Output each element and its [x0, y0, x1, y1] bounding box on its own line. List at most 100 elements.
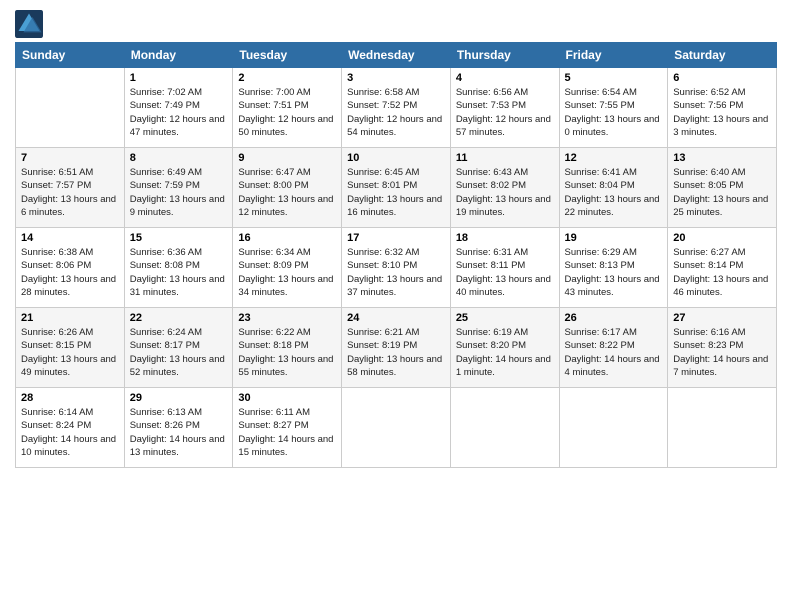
day-number: 24 [347, 312, 445, 324]
calendar-day: 11Sunrise: 6:43 AMSunset: 8:02 PMDayligh… [450, 148, 559, 228]
day-number: 26 [565, 312, 663, 324]
day-info: Sunrise: 6:21 AMSunset: 8:19 PMDaylight:… [347, 327, 442, 378]
day-info: Sunrise: 6:24 AMSunset: 8:17 PMDaylight:… [130, 327, 225, 378]
logo [15, 10, 47, 38]
day-number: 9 [238, 152, 336, 164]
calendar-day: 23 Sunrise: 6:22 AMSunset: 8:18 PMDayligh… [233, 308, 342, 388]
calendar-day: 13 Sunrise: 6:40 AMSunset: 8:05 PMDayligh… [668, 148, 777, 228]
calendar-day: 1 Sunrise: 7:02 AMSunset: 7:49 PMDaylight… [124, 68, 233, 148]
day-info: Sunrise: 7:02 AMSunset: 7:49 PMDaylight:… [130, 87, 225, 138]
day-number: 13 [673, 152, 771, 164]
calendar-day: 24 Sunrise: 6:21 AMSunset: 8:19 PMDayligh… [342, 308, 451, 388]
calendar-day: 16 Sunrise: 6:34 AMSunset: 8:09 PMDayligh… [233, 228, 342, 308]
calendar-week-2: 7 Sunrise: 6:51 AMSunset: 7:57 PMDaylight… [16, 148, 777, 228]
calendar-day [342, 388, 451, 468]
calendar-day: 18 Sunrise: 6:31 AMSunset: 8:11 PMDayligh… [450, 228, 559, 308]
calendar-day: 3Sunrise: 6:58 AMSunset: 7:52 PMDaylight… [342, 68, 451, 148]
day-info: Sunrise: 6:26 AMSunset: 8:15 PMDaylight:… [21, 327, 116, 378]
calendar-body: 1 Sunrise: 7:02 AMSunset: 7:49 PMDaylight… [16, 68, 777, 468]
day-number: 19 [565, 232, 663, 244]
day-number: 18 [456, 232, 554, 244]
calendar-header: Sunday Monday Tuesday Wednesday Thursday… [16, 43, 777, 68]
header-row: Sunday Monday Tuesday Wednesday Thursday… [16, 43, 777, 68]
calendar-day: 7 Sunrise: 6:51 AMSunset: 7:57 PMDaylight… [16, 148, 125, 228]
calendar-day [16, 68, 125, 148]
calendar-day: 2 Sunrise: 7:00 AMSunset: 7:51 PMDaylight… [233, 68, 342, 148]
day-info: Sunrise: 6:34 AMSunset: 8:09 PMDaylight:… [238, 247, 333, 298]
day-number: 16 [238, 232, 336, 244]
day-number: 3 [347, 72, 445, 84]
calendar-day: 27 Sunrise: 6:16 AMSunset: 8:23 PMDayligh… [668, 308, 777, 388]
day-number: 5 [565, 72, 663, 84]
day-number: 28 [21, 392, 119, 404]
day-info: Sunrise: 6:38 AMSunset: 8:06 PMDaylight:… [21, 247, 116, 298]
calendar-week-4: 21 Sunrise: 6:26 AMSunset: 8:15 PMDayligh… [16, 308, 777, 388]
col-thursday: Thursday [450, 43, 559, 68]
calendar-day [668, 388, 777, 468]
calendar-day [559, 388, 668, 468]
col-tuesday: Tuesday [233, 43, 342, 68]
day-number: 2 [238, 72, 336, 84]
day-info: Sunrise: 6:29 AMSunset: 8:13 PMDaylight:… [565, 247, 660, 298]
day-number: 12 [565, 152, 663, 164]
calendar-day: 17 Sunrise: 6:32 AMSunset: 8:10 PMDayligh… [342, 228, 451, 308]
col-monday: Monday [124, 43, 233, 68]
day-number: 15 [130, 232, 228, 244]
header [15, 10, 777, 38]
day-number: 22 [130, 312, 228, 324]
day-info: Sunrise: 6:22 AMSunset: 8:18 PMDaylight:… [238, 327, 333, 378]
day-number: 27 [673, 312, 771, 324]
col-friday: Friday [559, 43, 668, 68]
day-info: Sunrise: 6:17 AMSunset: 8:22 PMDaylight:… [565, 327, 660, 378]
day-number: 6 [673, 72, 771, 84]
calendar-week-3: 14 Sunrise: 6:38 AMSunset: 8:06 PMDayligh… [16, 228, 777, 308]
calendar-day: 19 Sunrise: 6:29 AMSunset: 8:13 PMDayligh… [559, 228, 668, 308]
day-number: 17 [347, 232, 445, 244]
calendar-day: 4 Sunrise: 6:56 AMSunset: 7:53 PMDaylight… [450, 68, 559, 148]
day-info: Sunrise: 6:11 AMSunset: 8:27 PMDaylight:… [238, 407, 333, 458]
day-number: 1 [130, 72, 228, 84]
calendar-day: 15 Sunrise: 6:36 AMSunset: 8:08 PMDayligh… [124, 228, 233, 308]
day-number: 14 [21, 232, 119, 244]
day-info: Sunrise: 6:40 AMSunset: 8:05 PMDaylight:… [673, 167, 768, 218]
day-info: Sunrise: 7:00 AMSunset: 7:51 PMDaylight:… [238, 87, 333, 138]
day-number: 7 [21, 152, 119, 164]
day-info: Sunrise: 6:41 AMSunset: 8:04 PMDaylight:… [565, 167, 660, 218]
day-number: 25 [456, 312, 554, 324]
day-number: 20 [673, 232, 771, 244]
calendar-day: 12 Sunrise: 6:41 AMSunset: 8:04 PMDayligh… [559, 148, 668, 228]
calendar-day: 30 Sunrise: 6:11 AMSunset: 8:27 PMDayligh… [233, 388, 342, 468]
day-number: 29 [130, 392, 228, 404]
calendar-day: 6Sunrise: 6:52 AMSunset: 7:56 PMDaylight… [668, 68, 777, 148]
day-info: Sunrise: 6:13 AMSunset: 8:26 PMDaylight:… [130, 407, 225, 458]
calendar-day: 29 Sunrise: 6:13 AMSunset: 8:26 PMDayligh… [124, 388, 233, 468]
calendar-day [450, 388, 559, 468]
day-number: 4 [456, 72, 554, 84]
calendar-day: 9Sunrise: 6:47 AMSunset: 8:00 PMDaylight… [233, 148, 342, 228]
calendar-day: 5 Sunrise: 6:54 AMSunset: 7:55 PMDaylight… [559, 68, 668, 148]
calendar-day: 20Sunrise: 6:27 AMSunset: 8:14 PMDayligh… [668, 228, 777, 308]
day-info: Sunrise: 6:36 AMSunset: 8:08 PMDaylight:… [130, 247, 225, 298]
calendar-day: 28Sunrise: 6:14 AMSunset: 8:24 PMDayligh… [16, 388, 125, 468]
day-info: Sunrise: 6:16 AMSunset: 8:23 PMDaylight:… [673, 327, 768, 378]
day-number: 21 [21, 312, 119, 324]
day-number: 30 [238, 392, 336, 404]
calendar-day: 21 Sunrise: 6:26 AMSunset: 8:15 PMDayligh… [16, 308, 125, 388]
col-wednesday: Wednesday [342, 43, 451, 68]
day-info: Sunrise: 6:56 AMSunset: 7:53 PMDaylight:… [456, 87, 551, 138]
calendar-day: 14 Sunrise: 6:38 AMSunset: 8:06 PMDayligh… [16, 228, 125, 308]
day-info: Sunrise: 6:45 AMSunset: 8:01 PMDaylight:… [347, 167, 442, 218]
day-info: Sunrise: 6:31 AMSunset: 8:11 PMDaylight:… [456, 247, 551, 298]
calendar-day: 25Sunrise: 6:19 AMSunset: 8:20 PMDayligh… [450, 308, 559, 388]
calendar-day: 26 Sunrise: 6:17 AMSunset: 8:22 PMDayligh… [559, 308, 668, 388]
day-number: 11 [456, 152, 554, 164]
calendar-day: 8Sunrise: 6:49 AMSunset: 7:59 PMDaylight… [124, 148, 233, 228]
day-info: Sunrise: 6:54 AMSunset: 7:55 PMDaylight:… [565, 87, 660, 138]
main-container: Sunday Monday Tuesday Wednesday Thursday… [0, 0, 792, 478]
calendar-week-5: 28Sunrise: 6:14 AMSunset: 8:24 PMDayligh… [16, 388, 777, 468]
day-number: 8 [130, 152, 228, 164]
day-number: 23 [238, 312, 336, 324]
calendar-table: Sunday Monday Tuesday Wednesday Thursday… [15, 42, 777, 468]
day-info: Sunrise: 6:51 AMSunset: 7:57 PMDaylight:… [21, 167, 116, 218]
day-info: Sunrise: 6:32 AMSunset: 8:10 PMDaylight:… [347, 247, 442, 298]
